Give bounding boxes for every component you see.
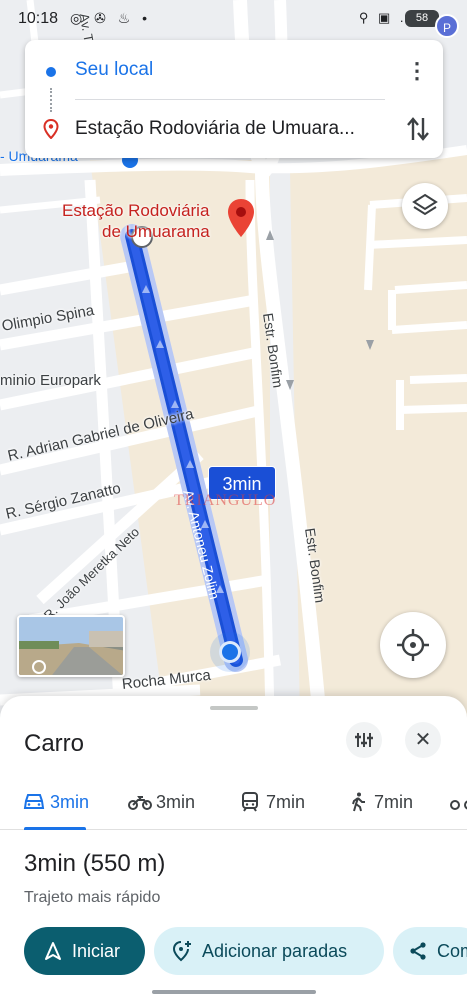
add-stops-label: Adicionar paradas: [202, 940, 348, 961]
close-button[interactable]: ✕: [405, 722, 441, 758]
destination-pin-icon[interactable]: [226, 198, 256, 238]
map-view[interactable]: Olimpio Spina minio Europark R. Adrian G…: [0, 0, 467, 720]
transit-icon: [242, 792, 258, 812]
watermark: TRIANGULO: [174, 492, 277, 509]
share-button[interactable]: Com: [393, 927, 467, 975]
walk-icon: [352, 792, 365, 812]
travel-mode-title: Carro: [24, 730, 85, 757]
destination-field[interactable]: Estação Rodoviária de Umuara...: [75, 118, 355, 140]
tab-motorcycle[interactable]: 3min: [128, 790, 195, 814]
crosshair-icon: [397, 629, 429, 661]
tab-bicycle[interactable]: [450, 790, 467, 814]
battery-icon: 58: [405, 10, 439, 27]
tab-car-label: 3min: [50, 791, 90, 812]
notification-icons: ◎ ✇ ♨ •: [70, 10, 152, 26]
tab-car[interactable]: 3min: [22, 790, 89, 814]
profile-avatar[interactable]: P: [435, 14, 459, 38]
destination-label-line1: Estação Rodoviária: [62, 201, 210, 220]
start-navigation-button[interactable]: Iniciar: [24, 927, 145, 975]
route-card: Seu local Estação Rodoviária de Umuara..…: [25, 40, 443, 158]
route-duration-distance: 3min (550 m): [24, 850, 166, 877]
destination-label-line2: de Umuarama: [102, 222, 210, 241]
layers-icon: [412, 193, 438, 216]
destination-map-label[interactable]: Estação Rodoviária de Umuarama: [62, 200, 210, 242]
route-description: Trajeto mais rápido: [24, 889, 161, 906]
origin-dot-icon: [46, 67, 56, 77]
drag-handle[interactable]: [210, 706, 258, 710]
tab-transit[interactable]: 7min: [238, 790, 305, 814]
share-label: Com: [437, 940, 467, 961]
swap-icon[interactable]: [405, 114, 431, 144]
route-connector: [50, 88, 52, 112]
tab-walk-label: 7min: [374, 791, 414, 812]
more-options-button[interactable]: ⋮: [405, 57, 429, 85]
destination-pin-icon: [43, 119, 59, 139]
tab-walk[interactable]: 7min: [346, 790, 413, 814]
add-stops-button[interactable]: Adicionar paradas: [154, 927, 384, 975]
car-icon: [23, 794, 45, 809]
status-bar: 10:18 ◎ ✇ ♨ • ⚲ ▣ .ıl 58 P: [0, 0, 467, 38]
sliders-icon: [355, 733, 373, 747]
origin-field[interactable]: Seu local: [75, 59, 153, 81]
route-options-button[interactable]: [346, 722, 382, 758]
street-label: minio Europark: [0, 372, 101, 389]
home-indicator[interactable]: [152, 990, 316, 994]
travel-mode-tabs: 3min 3min 7min 7min: [0, 780, 467, 830]
start-navigation-label: Iniciar: [72, 940, 121, 961]
bicycle-icon: [450, 800, 467, 810]
active-tab-indicator: [24, 827, 86, 830]
directions-sheet: Carro ✕ 3min 3min 7min 7min 3min (550 m)…: [0, 696, 467, 1000]
status-time: 10:18: [18, 10, 59, 27]
street-view-image: [19, 617, 123, 675]
share-icon: [410, 942, 426, 960]
layers-button[interactable]: [402, 183, 448, 229]
tab-transit-label: 7min: [266, 791, 306, 812]
tab-motorcycle-label: 3min: [156, 791, 196, 812]
navigation-arrow-icon: [45, 942, 61, 960]
street-view-thumbnail[interactable]: [17, 615, 125, 677]
my-location-button[interactable]: [380, 612, 446, 678]
motorcycle-icon: [128, 796, 152, 810]
card-divider: [75, 99, 385, 100]
add-stop-pin-icon: [172, 941, 191, 962]
